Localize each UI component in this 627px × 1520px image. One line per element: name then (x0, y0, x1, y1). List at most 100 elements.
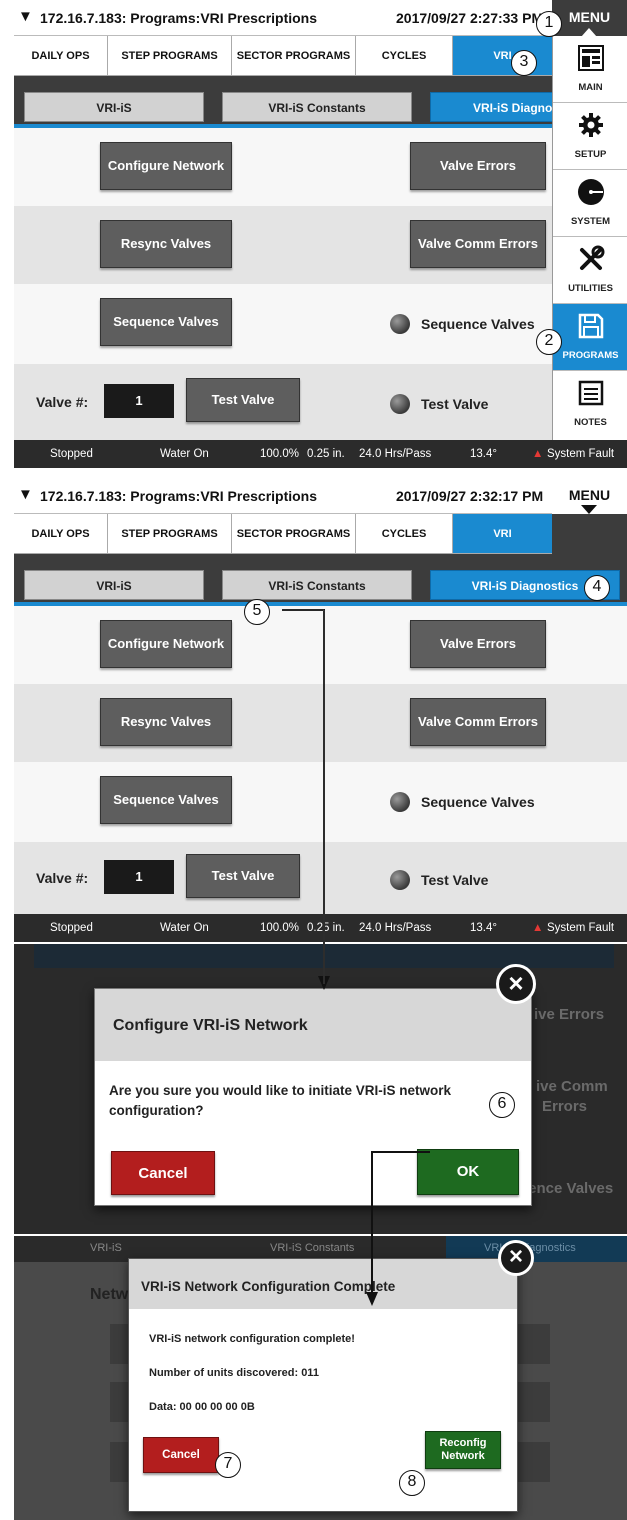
subtab-vri-is[interactable]: VRI-iS (24, 570, 204, 600)
status-hours: 24.0 Hrs/Pass (359, 448, 432, 460)
dimmed-subtab-bar (34, 944, 614, 968)
tab-cycles[interactable]: CYCLES (356, 36, 453, 76)
valve-number-input[interactable]: 1 (104, 384, 174, 418)
side-menu: MAIN SETUP SYSTEM UTILITIES PROGRAMS NOT… (552, 36, 627, 440)
valve-errors-button[interactable]: Valve Errors (410, 142, 546, 190)
row-configure: Configure Network Valve Errors (14, 128, 627, 206)
status-speed: 100.0% (260, 448, 300, 460)
bg-text: ive Errors (534, 1006, 605, 1023)
bg-text: Errors (542, 1098, 588, 1115)
sequence-valves-indicator (390, 314, 410, 334)
main-tabs: DAILY OPS STEP PROGRAMS SECTOR PROGRAMS … (14, 514, 552, 554)
configure-network-button[interactable]: Configure Network (100, 142, 232, 190)
dialog-line: Data: 00 00 00 00 0B (149, 1401, 255, 1413)
status-water: Water On (160, 448, 209, 460)
side-menu-main[interactable]: MAIN (553, 36, 627, 103)
timestamp: 2017/09/27 2:32:17 PM (396, 488, 544, 504)
sequence-valves-button[interactable]: Sequence Valves (100, 298, 232, 346)
side-menu-setup[interactable]: SETUP (553, 103, 627, 170)
timestamp: 2017/09/27 2:27:33 PM (396, 10, 544, 26)
dialog-line: Number of units discovered: 011 (149, 1367, 319, 1379)
bg-text: Netw (90, 1286, 129, 1303)
save-icon (578, 313, 604, 339)
valve-number-label: Valve #: (36, 870, 89, 886)
status-water: Water On (160, 922, 209, 934)
gear-icon (579, 113, 603, 137)
ok-button[interactable]: OK (417, 1149, 519, 1195)
chevron-down-icon (581, 505, 597, 514)
bg-text: ive Comm (536, 1078, 608, 1095)
notes-icon (578, 380, 604, 406)
tools-icon (580, 245, 605, 270)
status-bar: Stopped Water On 100.0% 0.25 in. 24.0 Hr… (14, 914, 627, 942)
side-menu-programs[interactable]: PROGRAMS (553, 304, 627, 371)
subtab-vri-is-constants[interactable]: VRI-iS Constants (222, 570, 412, 600)
callout-5: 5 (244, 599, 270, 625)
test-valve-indicator (390, 394, 410, 414)
dialog-message: Are you sure you would like to initiate … (109, 1083, 452, 1119)
title-bar: ▼ 172.16.7.183: Programs:VRI Prescriptio… (14, 0, 627, 36)
close-icon[interactable]: × (498, 1240, 534, 1276)
test-valve-label: Test Valve (421, 872, 489, 888)
dialog-title: VRI-iS Network Configuration Complete (129, 1259, 517, 1309)
callout-7: 7 (215, 1452, 241, 1478)
sequence-valves-indicator (390, 792, 410, 812)
menu-button[interactable]: MENU (552, 478, 627, 514)
bg-text: VRI-iS (90, 1242, 122, 1254)
main-icon (578, 45, 604, 71)
dialog-line: VRI-iS network configuration complete! (149, 1333, 355, 1345)
warning-icon: ▲ (532, 922, 544, 934)
configure-network-button[interactable]: Configure Network (100, 620, 232, 668)
valve-comm-errors-button[interactable]: Valve Comm Errors (410, 698, 546, 746)
close-icon[interactable]: × (496, 964, 536, 1004)
valve-number-input[interactable]: 1 (104, 860, 174, 894)
side-menu-system[interactable]: SYSTEM (553, 170, 627, 237)
reconfig-network-button[interactable]: Reconfig Network (425, 1431, 501, 1469)
tab-step-programs[interactable]: STEP PROGRAMS (108, 514, 232, 554)
confirm-dialog: Configure VRI-iS Network Are you sure yo… (94, 988, 532, 1206)
tab-daily-ops[interactable]: DAILY OPS (14, 514, 108, 554)
side-menu-label: SYSTEM (570, 216, 611, 227)
test-valve-button[interactable]: Test Valve (186, 854, 300, 898)
callout-2: 2 (536, 329, 562, 355)
status-fault: System Fault (547, 448, 615, 460)
subtab-vri-is-diagnostics[interactable]: VRI-iS Diagnostics (430, 92, 570, 122)
tab-step-programs[interactable]: STEP PROGRAMS (108, 36, 232, 76)
resync-valves-button[interactable]: Resync Valves (100, 698, 232, 746)
status-fault: System Fault (547, 922, 615, 934)
menu-label: MENU (568, 9, 611, 25)
resync-valves-button[interactable]: Resync Valves (100, 220, 232, 268)
title-bar: ▼ 172.16.7.183: Programs:VRI Prescriptio… (14, 478, 627, 514)
tab-cycles[interactable]: CYCLES (356, 514, 453, 554)
logo-icon: ▼ (18, 8, 33, 25)
row-resync: Resync Valves Valve Comm Errors (14, 206, 627, 284)
valve-comm-errors-button[interactable]: Valve Comm Errors (410, 220, 546, 268)
cancel-button[interactable]: Cancel (143, 1437, 219, 1473)
tabs-filler (552, 514, 627, 554)
menu-label: MENU (568, 487, 611, 503)
test-valve-button[interactable]: Test Valve (186, 378, 300, 422)
side-menu-utilities[interactable]: UTILITIES (553, 237, 627, 304)
subtab-bar: VRI-iS VRI-iS Constants VRI-iS Diagnosti… (14, 554, 627, 606)
subtab-vri-is-constants[interactable]: VRI-iS Constants (222, 92, 412, 122)
callout-8: 8 (399, 1470, 425, 1496)
subtab-vri-is[interactable]: VRI-iS (24, 92, 204, 122)
row-configure: Configure Network Valve Errors (14, 606, 627, 684)
tab-vri[interactable]: VRI (453, 514, 552, 554)
menu-button[interactable]: MENU (552, 0, 627, 37)
tab-daily-ops[interactable]: DAILY OPS (14, 36, 108, 76)
callout-3: 3 (511, 50, 537, 76)
tab-vri[interactable]: VRI (453, 36, 552, 76)
complete-dialog: VRI-iS Network Configuration Complete VR… (128, 1258, 518, 1512)
subtab-bar: VRI-iS VRI-iS Constants VRI-iS Diagnosti… (14, 76, 627, 128)
callout-1: 1 (536, 11, 562, 37)
cancel-button[interactable]: Cancel (111, 1151, 215, 1195)
bg-text: VRI-iS Constants (270, 1242, 355, 1254)
tab-sector-programs[interactable]: SECTOR PROGRAMS (232, 514, 356, 554)
status-speed: 100.0% (260, 922, 300, 934)
side-menu-notes[interactable]: NOTES (553, 371, 627, 438)
valve-errors-button[interactable]: Valve Errors (410, 620, 546, 668)
tab-sector-programs[interactable]: SECTOR PROGRAMS (232, 36, 356, 76)
sequence-valves-button[interactable]: Sequence Valves (100, 776, 232, 824)
status-depth: 0.25 in. (307, 922, 345, 934)
